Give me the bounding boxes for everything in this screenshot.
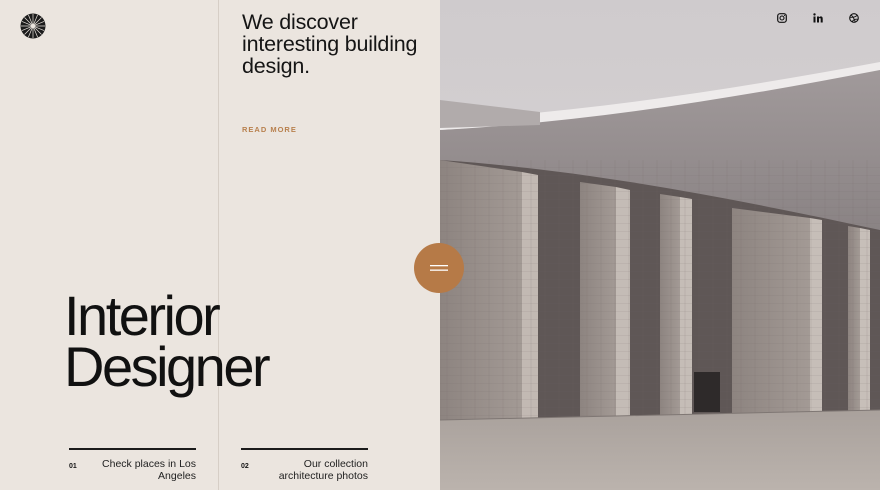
feature-number: 02 — [241, 463, 249, 470]
linkedin-icon[interactable] — [812, 12, 824, 24]
instagram-icon[interactable] — [776, 12, 788, 24]
menu-button[interactable] — [414, 243, 464, 293]
hamburger-icon — [430, 265, 448, 271]
hero-title-line-1: Interior — [64, 284, 221, 347]
feature-text: Our collection architecture photos — [278, 458, 368, 482]
feature-item-1[interactable]: 01 Check places in Los Angeles — [69, 448, 196, 484]
hero-title-line-2: Designer — [64, 335, 271, 398]
read-more-link[interactable]: READ MORE — [242, 125, 297, 134]
hero-title: Interior Designer — [64, 284, 271, 398]
architecture-photo — [440, 0, 880, 490]
feature-item-2[interactable]: 02 Our collection architecture photos — [241, 448, 368, 484]
dribbble-icon[interactable] — [848, 12, 860, 24]
feature-text: Check places in Los Angeles — [102, 458, 196, 482]
sunburst-logo-icon[interactable] — [20, 13, 46, 39]
column-divider — [218, 0, 219, 490]
feature-number: 01 — [69, 463, 77, 470]
intro-tagline: We discover interesting building design. — [242, 10, 418, 78]
